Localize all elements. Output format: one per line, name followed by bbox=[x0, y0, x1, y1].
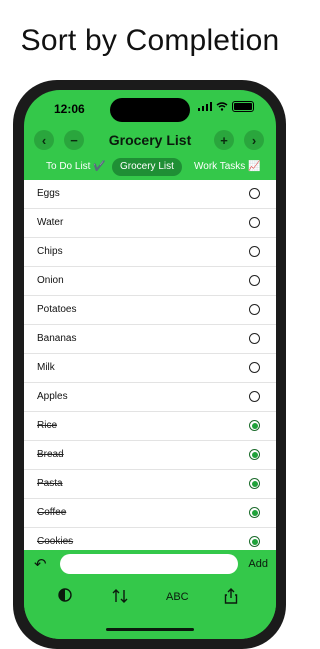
completion-toggle[interactable] bbox=[249, 333, 260, 344]
item-label: Pasta bbox=[37, 478, 63, 489]
list-item[interactable]: Milk bbox=[24, 354, 276, 383]
item-label: Milk bbox=[37, 362, 55, 373]
list-item-completed[interactable]: Pasta bbox=[24, 470, 276, 499]
home-indicator bbox=[106, 628, 194, 631]
chevron-right-icon: › bbox=[251, 132, 257, 148]
bottom-toolbar: ↶ Add ABC bbox=[24, 550, 276, 639]
list-item-completed[interactable]: Cookies bbox=[24, 528, 276, 550]
items-list: Eggs Water Chips Onion Potatoes Bananas … bbox=[24, 180, 276, 550]
completion-toggle[interactable] bbox=[249, 391, 260, 402]
list-item[interactable]: Apples bbox=[24, 383, 276, 412]
tab-grocery-list[interactable]: Grocery List bbox=[112, 158, 182, 176]
item-label: Water bbox=[37, 217, 64, 228]
plus-icon: + bbox=[220, 132, 228, 148]
add-item-button[interactable]: Add bbox=[248, 558, 268, 570]
add-list-button[interactable]: + bbox=[214, 130, 234, 150]
battery-icon bbox=[232, 101, 254, 112]
item-label: Bananas bbox=[37, 333, 77, 344]
page-headline: Sort by Completion bbox=[20, 24, 280, 57]
wifi-icon bbox=[216, 102, 228, 111]
list-tabs: To Do List ✔️ Grocery List Work Tasks 📈 bbox=[24, 156, 276, 178]
theme-toggle-icon[interactable] bbox=[58, 588, 72, 605]
item-label: Chips bbox=[37, 246, 63, 257]
list-item-completed[interactable]: Bread bbox=[24, 441, 276, 470]
completion-toggle[interactable] bbox=[249, 304, 260, 315]
item-label: Bread bbox=[37, 449, 64, 460]
undo-icon[interactable]: ↶ bbox=[34, 555, 47, 573]
completion-toggle[interactable] bbox=[249, 246, 260, 257]
dynamic-island bbox=[110, 98, 190, 122]
list-item-completed[interactable]: Rice bbox=[24, 412, 276, 441]
completion-toggle[interactable] bbox=[249, 507, 260, 518]
list-item[interactable]: Potatoes bbox=[24, 296, 276, 325]
item-label: Onion bbox=[37, 275, 64, 286]
completion-toggle[interactable] bbox=[249, 449, 260, 460]
status-time: 12:06 bbox=[54, 102, 85, 116]
navigation-bar: ‹ − Grocery List + › bbox=[24, 126, 276, 154]
alphabetical-sort-button[interactable]: ABC bbox=[166, 591, 189, 603]
completion-toggle[interactable] bbox=[249, 478, 260, 489]
item-label: Rice bbox=[37, 420, 58, 431]
item-label: Apples bbox=[37, 391, 68, 402]
item-label: Cookies bbox=[37, 536, 74, 547]
completion-toggle[interactable] bbox=[249, 188, 260, 199]
sort-icon[interactable] bbox=[112, 588, 128, 607]
share-icon[interactable] bbox=[224, 588, 238, 607]
completion-toggle[interactable] bbox=[249, 362, 260, 373]
app-screen: 12:06 ‹ − Grocery List + › To Do List ✔️… bbox=[24, 90, 276, 639]
completion-toggle[interactable] bbox=[249, 217, 260, 228]
completion-toggle[interactable] bbox=[249, 536, 260, 547]
list-item[interactable]: Water bbox=[24, 209, 276, 238]
list-item[interactable]: Chips bbox=[24, 238, 276, 267]
next-list-button[interactable]: › bbox=[244, 130, 264, 150]
item-label: Potatoes bbox=[37, 304, 77, 315]
list-title: Grocery List bbox=[108, 132, 192, 148]
list-item[interactable]: Onion bbox=[24, 267, 276, 296]
completion-toggle[interactable] bbox=[249, 275, 260, 286]
completion-toggle[interactable] bbox=[249, 420, 260, 431]
list-item-completed[interactable]: Coffee bbox=[24, 499, 276, 528]
list-item[interactable]: Bananas bbox=[24, 325, 276, 354]
list-item[interactable]: Eggs bbox=[24, 180, 276, 209]
tab-to-do-list[interactable]: To Do List ✔️ bbox=[46, 158, 106, 176]
tab-work-tasks[interactable]: Work Tasks 📈 bbox=[194, 158, 261, 176]
new-item-input[interactable] bbox=[60, 554, 238, 574]
signal-icon bbox=[198, 102, 212, 111]
status-icons bbox=[198, 101, 254, 112]
item-label: Coffee bbox=[37, 507, 67, 518]
item-label: Eggs bbox=[37, 188, 60, 199]
